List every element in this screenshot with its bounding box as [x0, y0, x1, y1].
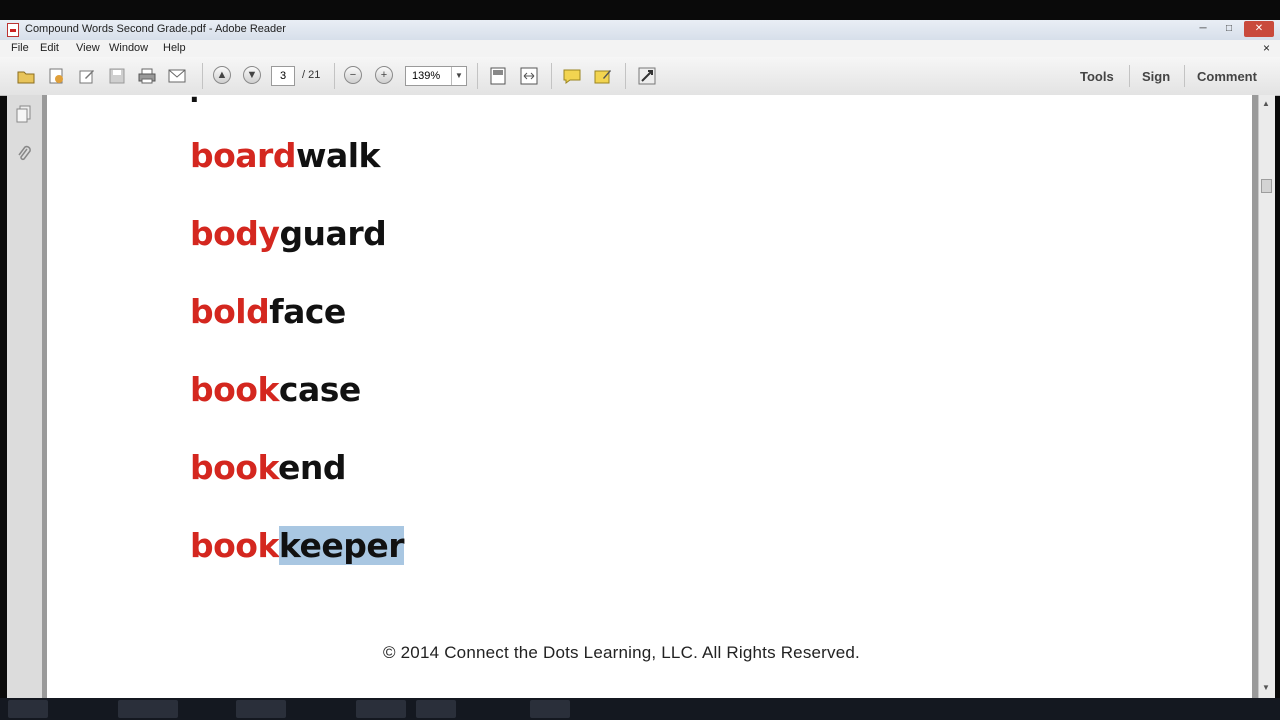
- toolbar-separator: [202, 63, 203, 89]
- page-number-input[interactable]: 3: [271, 66, 295, 86]
- pdf-app-icon: [7, 23, 19, 37]
- taskbar: [0, 698, 1280, 720]
- attachments-icon[interactable]: [15, 145, 33, 163]
- edit-icon[interactable]: [77, 67, 97, 85]
- toolbar-separator: [625, 63, 626, 89]
- word-second-part: end: [278, 448, 347, 487]
- create-icon[interactable]: [46, 67, 66, 85]
- menu-window[interactable]: Window: [109, 42, 148, 54]
- scroll-up-icon[interactable]: ▲: [1262, 99, 1270, 108]
- document-viewport[interactable]: · boardwalk bodyguard boldface bookcase …: [42, 95, 1258, 698]
- vertical-scrollbar[interactable]: ▲ ▼: [1258, 95, 1275, 698]
- compound-word: bodyguard: [190, 214, 387, 254]
- compound-word: boardwalk: [190, 136, 380, 176]
- title-bar: Compound Words Second Grade.pdf - Adobe …: [0, 20, 1280, 41]
- zoom-select[interactable]: 139% ▼: [405, 66, 467, 86]
- open-icon[interactable]: [16, 67, 36, 85]
- menu-bar: File Edit View Window Help ×: [0, 40, 1280, 57]
- tools-button[interactable]: Tools: [1080, 69, 1114, 84]
- scroll-thumb[interactable]: [1261, 179, 1272, 193]
- word-first-part: body: [190, 214, 280, 253]
- toolbar-separator: [1184, 65, 1185, 87]
- scroll-down-icon[interactable]: ▼: [1262, 683, 1270, 692]
- menu-help[interactable]: Help: [163, 42, 186, 54]
- menu-edit[interactable]: Edit: [40, 42, 59, 54]
- selected-text[interactable]: keeper: [278, 526, 405, 565]
- zoom-out-icon[interactable]: −: [344, 66, 362, 84]
- page-thumbnails-icon[interactable]: [15, 105, 33, 123]
- word-first-part: bold: [190, 292, 270, 331]
- word-second-part: case: [278, 370, 361, 409]
- toolbar-separator: [334, 63, 335, 89]
- compound-word: bookkeeper: [190, 526, 405, 566]
- toolbar-separator: [1129, 65, 1130, 87]
- taskbar-app[interactable]: [236, 700, 286, 718]
- chevron-down-icon[interactable]: ▼: [451, 67, 466, 85]
- compound-word: bookcase: [190, 370, 361, 410]
- copyright-footer: © 2014 Connect the Dots Learning, LLC. A…: [383, 643, 860, 662]
- taskbar-app[interactable]: [356, 700, 406, 718]
- close-button[interactable]: ✕: [1244, 21, 1274, 37]
- full-screen-icon[interactable]: [637, 67, 657, 85]
- pdf-page: · boardwalk bodyguard boldface bookcase …: [47, 95, 1252, 698]
- menu-view[interactable]: View: [76, 42, 100, 54]
- word-first-part: book: [190, 370, 279, 409]
- comment-button[interactable]: Comment: [1197, 69, 1257, 84]
- highlight-icon[interactable]: [593, 67, 613, 85]
- window-title: Compound Words Second Grade.pdf - Adobe …: [25, 23, 286, 35]
- cutoff-text: ·: [189, 95, 200, 116]
- compound-word: bookend: [190, 448, 347, 488]
- window-controls: ─ □ ✕: [1192, 21, 1274, 37]
- sticky-note-icon[interactable]: [562, 67, 582, 85]
- document-close-icon[interactable]: ×: [1263, 41, 1270, 55]
- toolbar-separator: [477, 63, 478, 89]
- next-page-icon[interactable]: ▼: [243, 66, 261, 84]
- word-second-part: guard: [279, 214, 387, 253]
- email-icon[interactable]: [167, 67, 187, 85]
- zoom-in-icon[interactable]: +: [375, 66, 393, 84]
- navigation-panel: [7, 95, 43, 698]
- zoom-value: 139%: [412, 70, 441, 82]
- compound-word: boldface: [190, 292, 346, 332]
- save-icon[interactable]: [107, 67, 127, 85]
- word-first-part: book: [190, 526, 279, 565]
- previous-page-icon[interactable]: ▲: [213, 66, 231, 84]
- sign-button[interactable]: Sign: [1142, 69, 1170, 84]
- word-second-part: face: [269, 292, 346, 331]
- toolbar-separator: [551, 63, 552, 89]
- page-total: / 21: [302, 69, 321, 81]
- menu-file[interactable]: File: [11, 42, 29, 54]
- word-second-part: walk: [295, 136, 381, 175]
- start-button[interactable]: [8, 700, 48, 718]
- word-first-part: board: [190, 136, 296, 175]
- fit-page-icon[interactable]: [488, 67, 508, 85]
- print-icon[interactable]: [137, 67, 157, 85]
- fit-width-icon[interactable]: [519, 67, 539, 85]
- word-first-part: book: [190, 448, 279, 487]
- maximize-button[interactable]: □: [1218, 21, 1240, 37]
- taskbar-app[interactable]: [416, 700, 456, 718]
- taskbar-app[interactable]: [530, 700, 570, 718]
- taskbar-app[interactable]: [118, 700, 178, 718]
- minimize-button[interactable]: ─: [1192, 21, 1214, 37]
